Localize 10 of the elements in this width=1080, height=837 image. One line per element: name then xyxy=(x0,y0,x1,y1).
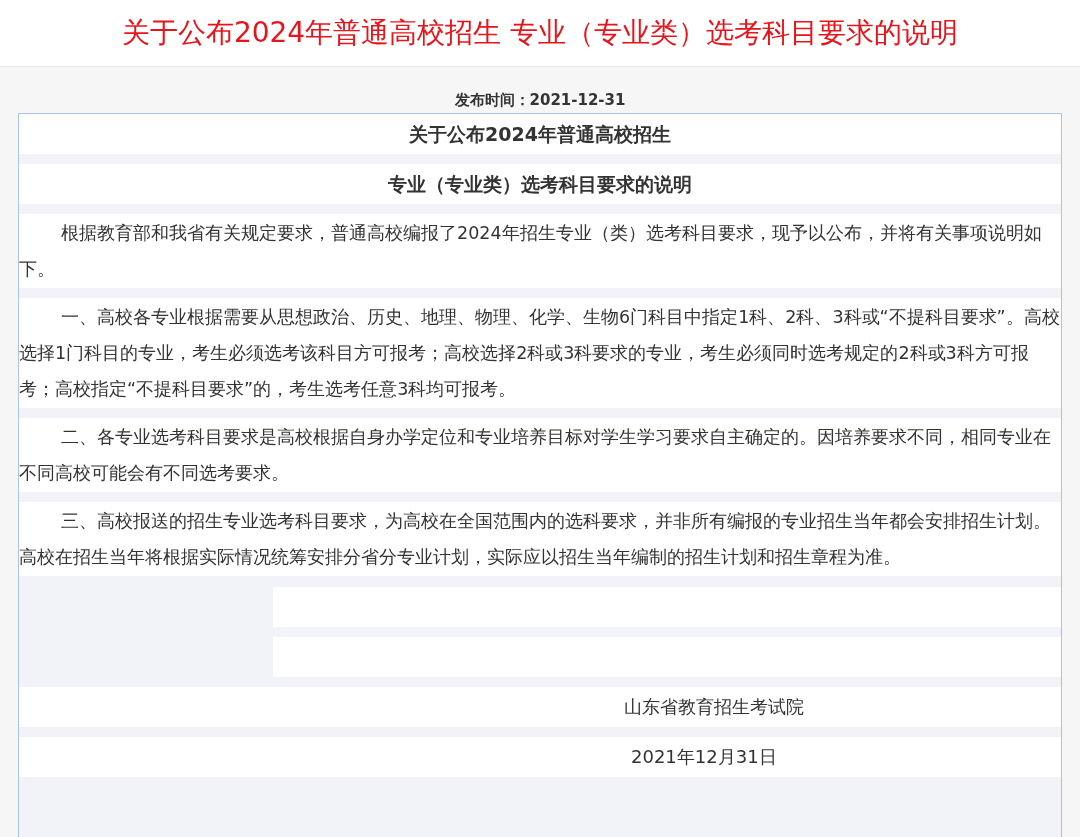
article-heading: 专业（专业类）选考科目要求的说明 xyxy=(19,164,1061,204)
publish-time: 发布时间：2021-12-31 xyxy=(453,90,627,111)
article-paragraph: 二、各专业选考科目要求是高校根据自身办学定位和专业培养目标对学生学习要求自主确定的。因培养要求不同，相同专业在不同高校可能会有不同选考要求。 xyxy=(19,418,1061,492)
article-heading: 关于公布2024年普通高校招生 xyxy=(19,114,1061,154)
page-title: 关于公布2024年普通高校招生 专业（专业类）选考科目要求的说明 xyxy=(121,15,959,51)
signature-organization: 山东省教育招生考试院 xyxy=(19,687,1061,727)
article-paragraph: 三、高校报送的招生专业选考科目要求，为高校在全国范围内的选科要求，并非所有编报的专业招生当年都会安排招生计划。高校在招生当年将根据实际情况统筹安排分省分专业计划，实际应以招生当年编制的招生计划和招生章程为准。 xyxy=(19,502,1061,576)
article-paragraph: 一、高校各专业根据需要从思想政治、历史、地理、物理、化学、生物6门科目中指定1科、2科、3科或“不提科目要求”。高校选择1门科目的专业，考生必须选考该科目方可报考；高校选择2科或3科要求的专业，考生必须同时选考规定的2科或3科方可报考；高校指定“不提科目要求”的，考生选考任意3科均可报考。 xyxy=(19,298,1061,408)
article-paragraph: 根据教育部和我省有关规定要求，普通高校编报了2024年招生专业（类）选考科目要求，现予以公布，并将有关事项说明如下。 xyxy=(19,214,1061,288)
signature-date: 2021年12月31日 xyxy=(19,737,1061,777)
